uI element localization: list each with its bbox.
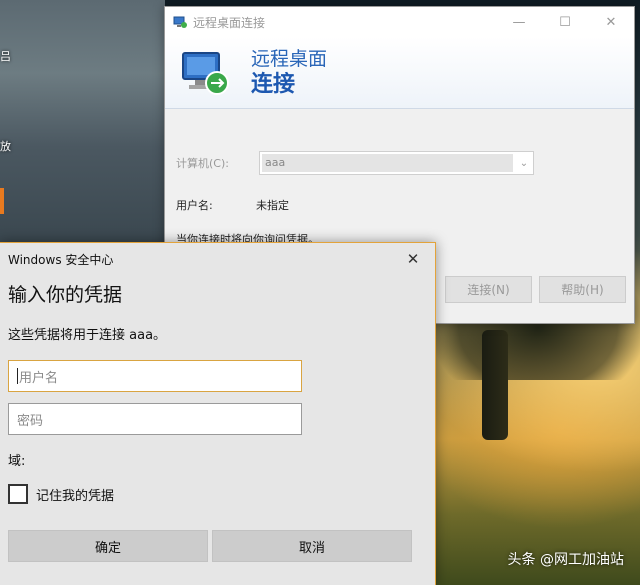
username-input[interactable]: 用户名	[8, 360, 302, 392]
cancel-button[interactable]: 取消	[212, 530, 412, 562]
credentials-dialog-titlebar[interactable]: Windows 安全中心 ✕	[0, 243, 435, 275]
rdp-window-title: 远程桌面连接	[193, 15, 266, 30]
wallpaper-tree-trunk	[482, 330, 508, 440]
computer-combobox-value: aaa	[262, 154, 513, 172]
credentials-description: 这些凭据将用于连接 aaa。	[8, 328, 167, 343]
rdp-banner-title: 远程桌面	[251, 47, 328, 70]
desktop-icon-label[interactable]: 吕	[0, 48, 11, 64]
rdp-app-icon	[173, 16, 187, 28]
desktop-icon-label[interactable]: 放	[0, 138, 11, 154]
password-placeholder: 密码	[17, 413, 44, 429]
credentials-heading: 输入你的凭据	[8, 284, 123, 306]
computer-label: 计算机(C):	[176, 157, 229, 170]
maximize-icon[interactable]: ☐	[542, 7, 588, 37]
computer-combobox[interactable]: aaa ⌄	[259, 151, 534, 175]
remember-credentials[interactable]: 记住我的凭据	[8, 484, 114, 504]
ok-button[interactable]: 确定	[8, 530, 208, 562]
minimize-icon[interactable]: —	[496, 7, 542, 37]
connect-button[interactable]: 连接(N)	[445, 276, 532, 303]
domain-label: 域:	[8, 454, 26, 469]
rdp-computer-icon	[182, 51, 229, 95]
rdp-titlebar[interactable]: 远程桌面连接 — ☐ ✕	[165, 7, 634, 37]
rdp-banner: 远程桌面 连接	[165, 37, 634, 109]
credentials-dialog: Windows 安全中心 ✕ 输入你的凭据 这些凭据将用于连接 aaa。 用户名…	[0, 242, 436, 585]
remember-checkbox[interactable]	[8, 484, 28, 504]
password-input[interactable]: 密码	[8, 403, 302, 435]
help-button[interactable]: 帮助(H)	[539, 276, 626, 303]
watermark: 头条 @网工加油站	[507, 552, 624, 568]
chevron-down-icon[interactable]: ⌄	[515, 158, 533, 169]
username-value: 未指定	[256, 199, 289, 212]
remember-label[interactable]: 记住我的凭据	[36, 485, 114, 504]
text-caret	[17, 368, 18, 384]
username-placeholder: 用户名	[19, 370, 59, 386]
rdp-banner-subtitle: 连接	[251, 71, 296, 97]
username-label: 用户名:	[176, 199, 213, 212]
desktop-icon-fragment[interactable]	[0, 188, 4, 214]
close-icon[interactable]: ✕	[588, 7, 634, 37]
close-icon[interactable]: ✕	[391, 243, 435, 275]
credentials-dialog-title: Windows 安全中心	[8, 252, 114, 267]
desktop-left-area	[0, 0, 165, 245]
